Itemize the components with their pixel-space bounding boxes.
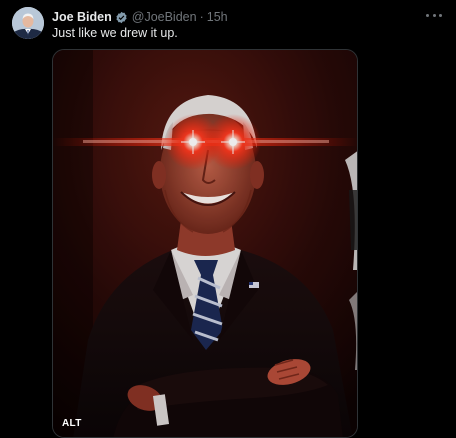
verified-badge-icon (115, 11, 128, 24)
tweet-timestamp[interactable]: 15h (207, 10, 228, 24)
author-name[interactable]: Joe Biden (52, 10, 112, 24)
tweet-text: Just like we drew it up. (52, 26, 178, 40)
author-handle[interactable]: @JoeBiden (132, 10, 197, 24)
alt-text-badge[interactable]: ALT (62, 418, 82, 429)
tweet-media[interactable]: ALT (52, 49, 358, 438)
avatar-image (12, 7, 44, 39)
tweet-header: Joe Biden @JoeBiden · 15h (52, 8, 228, 26)
media-image (53, 50, 357, 437)
header-separator: · (199, 10, 204, 24)
author-avatar[interactable] (12, 7, 44, 39)
tweet[interactable]: Joe Biden @JoeBiden · 15h Just like we d… (0, 0, 456, 438)
more-options-icon[interactable] (426, 8, 442, 22)
